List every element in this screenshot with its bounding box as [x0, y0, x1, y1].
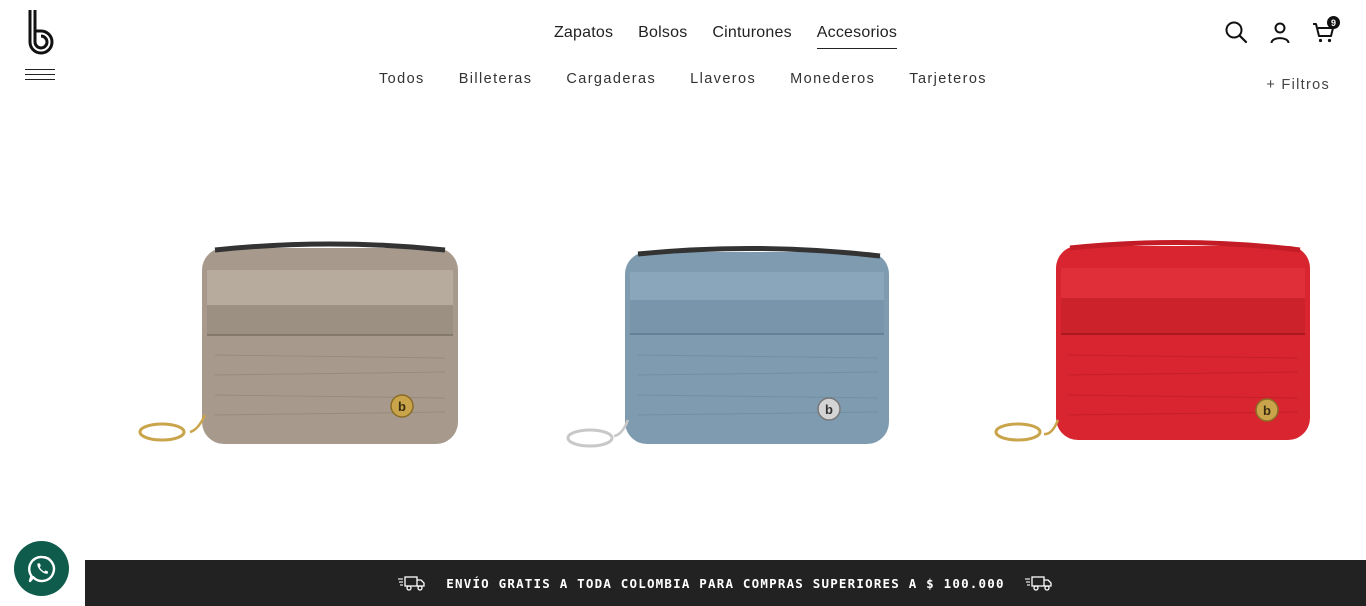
main-nav: Zapatos Bolsos Cinturones Accesorios — [0, 24, 1366, 49]
svg-text:b: b — [825, 402, 833, 417]
subnav-item-todos[interactable]: Todos — [379, 71, 425, 87]
promo-text: ENVÍO GRATIS A TODA COLOMBIA PARA COMPRA… — [446, 575, 1005, 591]
product-image: b — [138, 241, 458, 444]
svg-text:b: b — [1263, 403, 1271, 418]
filters-toggle[interactable]: + Filtros — [1266, 77, 1330, 93]
svg-text:b: b — [398, 399, 406, 414]
user-icon[interactable] — [1268, 20, 1292, 44]
subnav-item-billeteras[interactable]: Billeteras — [459, 71, 533, 87]
nav-item-accesorios[interactable]: Accesorios — [816, 24, 898, 49]
delivery-truck-icon — [1024, 576, 1052, 591]
search-icon[interactable] — [1224, 20, 1248, 44]
product-image: b — [566, 245, 889, 448]
free-shipping-banner: ENVÍO GRATIS A TODA COLOMBIA PARA COMPRA… — [85, 560, 1366, 606]
product-image: b — [994, 239, 1310, 442]
product-card[interactable]: b — [90, 130, 510, 490]
subnav-item-monederos[interactable]: Monederos — [790, 71, 875, 87]
whatsapp-button[interactable] — [14, 541, 69, 596]
nav-item-zapatos[interactable]: Zapatos — [554, 24, 613, 49]
product-card[interactable]: b — [946, 130, 1366, 490]
nav-item-bolsos[interactable]: Bolsos — [638, 24, 687, 49]
nav-item-cinturones[interactable]: Cinturones — [712, 24, 791, 49]
cart-count-badge: 9 — [1327, 16, 1340, 29]
subnav-item-llaveros[interactable]: Llaveros — [690, 71, 756, 87]
delivery-truck-icon — [398, 576, 425, 591]
sub-nav: Todos Billeteras Cargaderas Llaveros Mon… — [0, 71, 1366, 87]
subnav-item-tarjeteros[interactable]: Tarjeteros — [909, 71, 987, 87]
header-actions: 9 — [1224, 16, 1340, 44]
cart-icon[interactable]: 9 — [1312, 16, 1340, 44]
product-card[interactable]: b — [518, 130, 938, 490]
subnav-item-cargaderas[interactable]: Cargaderas — [566, 71, 656, 87]
whatsapp-icon — [27, 555, 55, 582]
